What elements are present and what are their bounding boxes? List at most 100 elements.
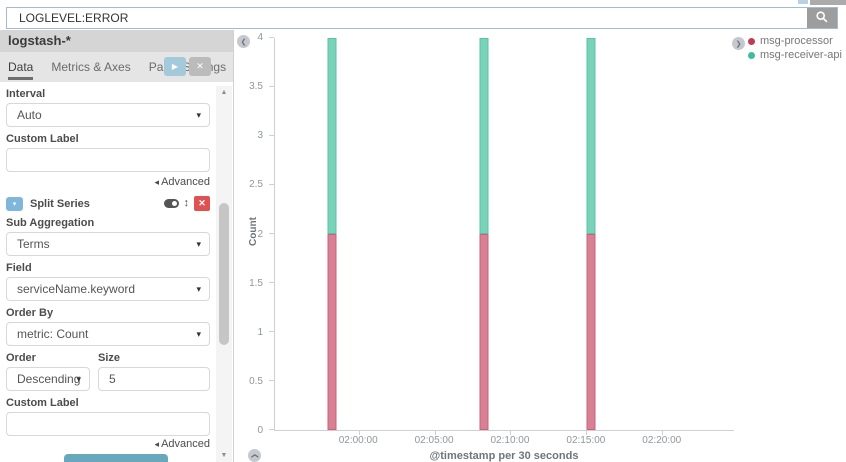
sub-aggregation-value: Terms [17,237,50,251]
advanced-link-2[interactable]: ◂ Advanced [6,438,210,450]
order-size-row: Descending ▾ [6,367,210,391]
scroll-up-button[interactable]: ▲ [216,86,232,99]
size-field-wrap [98,367,210,391]
size-input[interactable] [109,372,199,386]
x-tick-label: 02:00:00 [338,435,378,446]
order-label: Order [6,352,36,364]
tab-metrics-axes[interactable]: Metrics & Axes [51,52,130,82]
legend-dot [748,37,755,45]
sub-aggregation-label: Sub Aggregation [6,217,95,229]
y-tick-mark [269,331,274,332]
scroll-down-button[interactable]: ▼ [216,449,232,462]
y-tick-label: 2.5 [249,179,263,191]
y-tick-label: 0.5 [249,375,263,387]
select-caret-icon: ▾ [196,328,201,339]
y-tick-mark [269,86,274,87]
y-tick-label: 1.5 [249,277,263,289]
search-button[interactable] [807,8,837,28]
advanced-link[interactable]: ◂ Advanced [6,176,210,188]
tab-data[interactable]: Data [8,52,34,82]
caret-down-icon: ▾ [12,200,17,208]
custom-label2-label: Custom Label [6,397,79,409]
select-caret-icon: ▾ [196,109,201,120]
bucket-config-form: Interval Auto ▾ Custom Label ◂ Advanced ▾… [0,82,216,462]
chevron-right-icon: ❯ [735,40,742,48]
bar-segment[interactable] [586,234,596,430]
scrollbar-thumb[interactable] [219,203,229,345]
legend-item[interactable]: msg-processor [748,34,842,48]
legend-label: msg-receiver-api [760,49,842,61]
legend: msg-processor msg-receiver-api [748,34,842,62]
order-size-labels: Order Size [6,346,210,367]
remove-x-icon: ✕ [198,198,206,208]
custom-label2-field-wrap [6,412,210,436]
editor-actions: ▶ ✕ [164,57,211,76]
toggle-dot [171,201,177,206]
order-select[interactable]: Descending ▾ [6,367,90,391]
bar-segment[interactable] [479,234,489,430]
x-tick-label: 02:05:00 [414,435,454,446]
x-tick-label: 02:20:00 [642,435,682,446]
discard-changes-button[interactable]: ✕ [189,57,211,76]
legend-label: msg-processor [760,35,833,47]
size-label: Size [98,352,121,364]
remove-bucket-button[interactable]: ✕ [194,196,210,211]
order-by-select[interactable]: metric: Count ▾ [6,322,210,346]
custom-label-label: Custom Label [6,133,79,145]
custom-label2-input[interactable] [17,417,199,431]
select-caret-icon: ▾ [196,283,201,294]
bar[interactable] [327,38,337,430]
x-tick-label: 02:10:00 [490,435,530,446]
x-tick-label: 02:15:00 [566,435,606,446]
interval-value: Auto [17,108,42,122]
interval-select[interactable]: Auto ▾ [6,103,210,127]
index-pattern-title: logstash-* [0,30,233,52]
bar-segment[interactable] [479,38,489,234]
interval-label: Interval [6,88,46,100]
advanced-link-2-label: Advanced [161,438,210,450]
select-caret-icon: ▾ [76,373,81,384]
y-tick-mark [269,37,274,38]
select-caret-icon: ▾ [196,238,201,249]
advanced-link-label: Advanced [161,176,210,188]
legend-dot [748,51,755,59]
bar[interactable] [586,38,596,430]
y-tick-mark [269,380,274,381]
y-tick-label: 3.5 [249,81,263,93]
y-tick-label: 4 [257,32,263,43]
custom-label-input[interactable] [17,153,199,167]
move-bucket-icon[interactable]: ↕ [184,198,190,209]
custom-label-field-wrap [6,148,210,172]
collapse-timepicker-button[interactable]: ❮ [248,449,261,462]
bar[interactable] [479,38,489,430]
field-select[interactable]: serviceName.keyword ▾ [6,277,210,301]
split-series-label: Split Series [30,197,90,210]
toggle-bucket-icon[interactable] [163,199,179,208]
order-by-label: Order By [6,307,54,319]
x-axis-title: @timestamp per 30 seconds [429,450,579,462]
y-tick-label: 0 [257,425,263,436]
add-sub-buckets-button[interactable]: Add sub-buckets [64,454,168,462]
close-icon: ✕ [196,61,204,71]
vis-editor-sidebar: logstash-* Data Metrics & Axes Panel Set… [0,30,234,462]
collapse-caret-button[interactable]: ▾ [6,196,23,211]
bar-segment[interactable] [327,38,337,234]
x-axis-labels: 02:00:00 02:05:00 02:10:00 02:15:00 02:20:00 [274,435,734,447]
sidebar-scrollbar[interactable]: ▲ ▼ [216,86,232,462]
field-label: Field [6,262,32,274]
y-tick-label: 1 [257,326,263,338]
bar-segment[interactable] [327,234,337,430]
apply-changes-button[interactable]: ▶ [164,57,186,76]
advanced-arrow-icon: ◂ [154,177,160,187]
y-axis-title: Count [247,217,259,246]
field-value: serviceName.keyword [17,282,136,296]
y-tick-mark [269,282,274,283]
legend-item[interactable]: msg-receiver-api [748,48,842,62]
cropped-toolbar-fragment [810,0,846,5]
cropped-toolbar-fragment [798,0,808,4]
bar-segment[interactable] [586,38,596,234]
split-series-controls: ↕ ✕ [163,196,210,211]
query-input[interactable] [7,8,837,28]
query-bar [0,0,846,30]
sub-aggregation-select[interactable]: Terms ▾ [6,232,210,256]
